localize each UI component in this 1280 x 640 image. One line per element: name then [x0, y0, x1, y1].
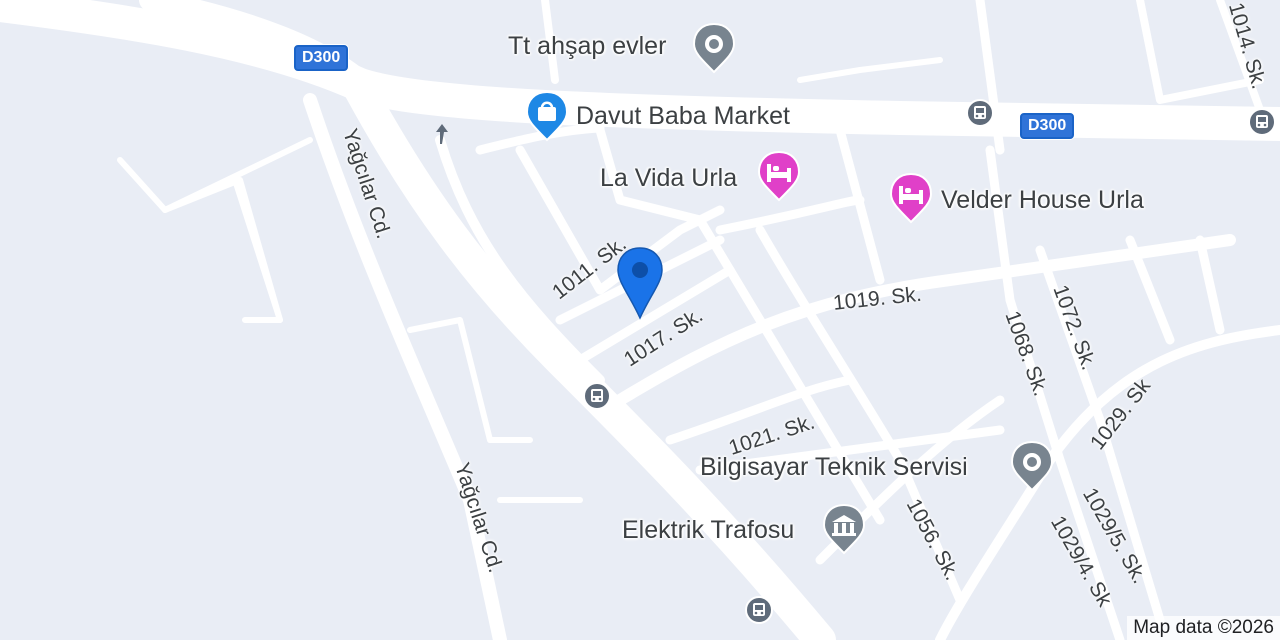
building-icon	[822, 503, 866, 555]
map-canvas[interactable]: D300 D300 Tt ahşap evler Davut Baba Mark…	[0, 0, 1280, 640]
poi-label: Tt ahşap evler	[508, 32, 667, 60]
highway-shield-d300-right: D300	[1020, 113, 1075, 139]
poi-label: Davut Baba Market	[576, 102, 790, 130]
map-attribution[interactable]: Map data ©2026	[1127, 616, 1280, 640]
highway-shield-d300-left: D300	[294, 45, 349, 71]
poi-label: Elektrik Trafosu	[622, 516, 795, 544]
location-marker-icon[interactable]	[612, 244, 668, 324]
bed-icon	[889, 172, 933, 224]
arrow-up-icon	[436, 124, 448, 144]
bus-icon[interactable]	[1248, 108, 1276, 136]
shopping-bag-icon	[525, 90, 569, 142]
poi-label: Velder House Urla	[941, 186, 1144, 214]
pin-icon	[1010, 440, 1054, 492]
bed-icon	[757, 150, 801, 202]
poi-label: La Vida Urla	[600, 164, 738, 192]
bus-icon[interactable]	[966, 99, 994, 127]
bus-icon[interactable]	[583, 382, 611, 410]
pin-icon	[692, 22, 736, 74]
bus-icon[interactable]	[745, 596, 773, 624]
